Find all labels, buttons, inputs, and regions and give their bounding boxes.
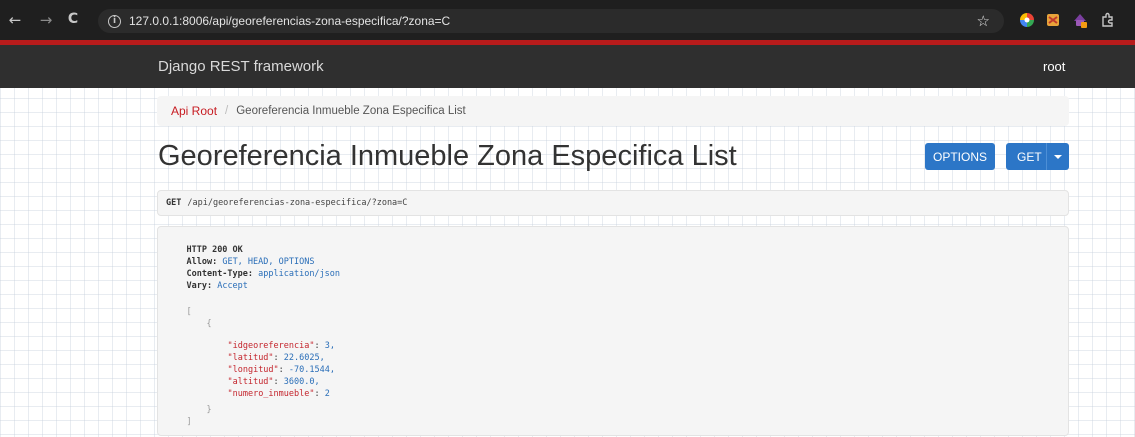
options-button-label: OPTIONS — [932, 149, 987, 164]
chevron-down-icon — [1054, 154, 1062, 159]
json-key: "numero_inmueble" — [227, 389, 315, 399]
get-format-dropdown-toggle[interactable] — [1046, 143, 1069, 170]
json-field-line: "numero_inmueble": 2 — [227, 389, 330, 399]
json-value: 3, — [324, 341, 335, 351]
hat-extension-icon[interactable] — [1072, 12, 1088, 28]
json-line: ] — [166, 407, 192, 437]
url-text: 127.0.0.1:8006/api/georeferencias-zona-e… — [129, 14, 451, 28]
address-bar[interactable]: i 127.0.0.1:8006/api/georeferencias-zona… — [98, 9, 1004, 33]
options-button[interactable]: OPTIONS — [925, 143, 995, 170]
color-wheel-extension-icon[interactable] — [1019, 12, 1035, 28]
bookmark-star-icon[interactable]: ☆ — [977, 12, 990, 30]
response-info: HTTP 200 OK Allow: GET, HEAD, OPTIONS Co… — [157, 226, 1069, 436]
browser-toolbar: ← → C i 127.0.0.1:8006/api/georeferencia… — [0, 0, 1135, 40]
json-open-brace: { — [206, 319, 212, 329]
request-url: /api/georeferencias-zona-especifica/?zon… — [187, 198, 408, 208]
breadcrumb-api-root-link[interactable]: Api Root — [171, 104, 217, 118]
request-info: GET /api/georeferencias-zona-especifica/… — [157, 190, 1069, 216]
json-value: 2 — [324, 389, 330, 399]
header-key: Vary: — [186, 281, 213, 291]
drf-navbar: Django REST framework root — [0, 45, 1135, 88]
get-button[interactable]: GET — [1006, 143, 1069, 170]
page-title: Georeferencia Inmueble Zona Especifica L… — [158, 140, 737, 172]
brand-link[interactable]: Django REST framework — [158, 58, 324, 75]
puzzle-orange-extension-icon[interactable] — [1045, 12, 1061, 28]
breadcrumb-current: Georeferencia Inmueble Zona Especifica L… — [236, 105, 466, 117]
request-method: GET — [166, 198, 182, 208]
reload-icon[interactable]: C — [62, 11, 84, 27]
breadcrumb-separator: / — [225, 105, 229, 117]
forward-arrow-icon[interactable]: → — [35, 11, 57, 29]
json-close-brace: } — [206, 405, 212, 415]
extensions-puzzle-icon[interactable] — [1100, 12, 1116, 28]
site-info-icon[interactable]: i — [108, 14, 121, 28]
back-arrow-icon[interactable]: ← — [4, 11, 26, 29]
user-menu[interactable]: root — [1043, 59, 1065, 74]
header-value: application/json — [258, 269, 341, 279]
header-value: Accept — [217, 281, 248, 291]
json-close-bracket: ] — [186, 417, 192, 427]
breadcrumb: Api Root / Georeferencia Inmueble Zona E… — [157, 96, 1069, 126]
get-button-label: GET — [1017, 149, 1042, 164]
